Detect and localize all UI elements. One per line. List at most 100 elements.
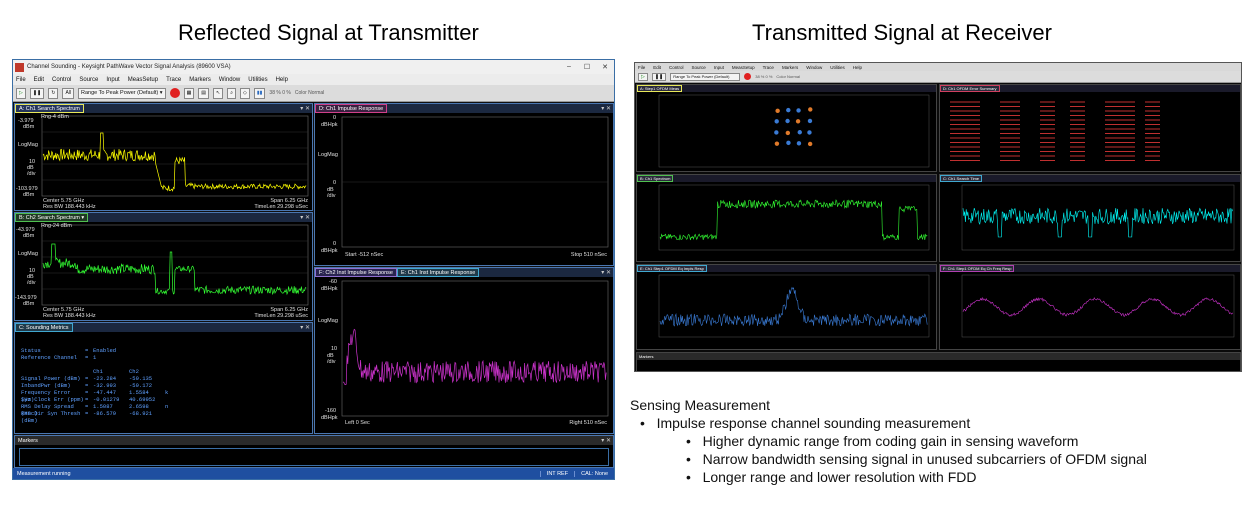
- marker-icon[interactable]: ◇: [240, 87, 250, 99]
- pane-ef-inst-impulse-response[interactable]: F: Ch2 Inst Impulse Response E: Ch1 Inst…: [314, 267, 614, 434]
- color-normal-label: Color Normal: [294, 90, 325, 96]
- autorange-all-label: All: [65, 90, 72, 96]
- tab-rx-pane-e[interactable]: E: Ch1 Step1 OFDM Eq Impls Resp: [637, 265, 707, 272]
- pane-close-icon[interactable]: ▾ ✕: [300, 214, 312, 221]
- impulse-trace-e: [341, 280, 609, 417]
- restart-icon[interactable]: ↻: [48, 87, 59, 99]
- green-trace: [42, 243, 307, 296]
- play-icon[interactable]: ▷: [638, 72, 648, 81]
- reference-value: 1: [93, 354, 97, 361]
- instrument-icon[interactable]: ▦: [183, 87, 195, 99]
- tab-rx-pane-b[interactable]: B: Ch1 Spectrum: [637, 175, 674, 182]
- rx-markers-pane[interactable]: Markers: [636, 352, 1241, 371]
- pane-b-ch2-search-spectrum[interactable]: B: Ch2 Search Spectrum ▾ ▾ ✕ Rng-24 dBm …: [14, 212, 313, 321]
- pane-a-ch1-search-spectrum[interactable]: A: Ch1 Search Spectrum ▾ ✕ Rng-4 dBm -3.…: [14, 103, 313, 211]
- rx-pane-a-ofdm-meas[interactable]: A: Step1 OFDM Meas: [636, 84, 937, 172]
- play-icon[interactable]: ▷: [16, 87, 26, 99]
- pane-d-unit: dBHpk: [321, 122, 338, 128]
- pane-a-timelen: TimeLen 29.298 uSec: [254, 204, 308, 210]
- pane-a-resbw: Res BW 188.443 kHz: [43, 204, 96, 210]
- menu-input[interactable]: Input: [714, 65, 724, 70]
- markers-tab[interactable]: Markers: [15, 438, 38, 444]
- status-int-ref[interactable]: INT REF: [539, 470, 574, 477]
- progress-readout: 38 % 0 %: [269, 90, 291, 96]
- col-ch2: Ch2: [129, 368, 139, 375]
- rx-pane-d-error-summary[interactable]: D: Ch1 OFDM Error Summary: [939, 84, 1241, 172]
- tab-pane-d[interactable]: D: Ch1 Impulse Response: [315, 104, 388, 113]
- rx-spectrum-trace: [658, 184, 930, 251]
- pane-b-scale: LogMag: [18, 251, 38, 257]
- menu-control[interactable]: Control: [52, 77, 71, 83]
- menu-help[interactable]: Help: [276, 77, 288, 83]
- tab-pane-c[interactable]: C: Sounding Metrics: [15, 323, 73, 332]
- menu-control[interactable]: Control: [669, 65, 684, 70]
- pane-close-icon[interactable]: ▾ ✕: [601, 437, 613, 444]
- pane-d-ch1-impulse-response[interactable]: D: Ch1 Impulse Response ▾ ✕ 0 dBHpk LogM…: [314, 103, 614, 266]
- constellation-point: [774, 119, 779, 124]
- zoom-icon[interactable]: ⌕: [227, 87, 237, 99]
- tab-rx-pane-a[interactable]: A: Step1 OFDM Meas: [637, 85, 683, 92]
- menu-markers[interactable]: Markers: [189, 77, 211, 83]
- cursor-icon[interactable]: ↖: [213, 87, 224, 99]
- rx-markers-tab[interactable]: Markers: [637, 354, 653, 359]
- menu-meassetup[interactable]: MeasSetup: [732, 65, 755, 70]
- pane-c-sounding-metrics[interactable]: C: Sounding Metrics ▾ ✕ Status = Enabled R…: [14, 322, 313, 434]
- tab-pane-e[interactable]: E: Ch1 Inst Impulse Response: [396, 268, 480, 277]
- menu-window[interactable]: Window: [806, 65, 822, 70]
- menu-trace[interactable]: Trace: [763, 65, 774, 70]
- close-button[interactable]: ✕: [596, 63, 614, 71]
- pane-close-icon[interactable]: ▾ ✕: [300, 105, 312, 112]
- menu-file[interactable]: File: [638, 65, 645, 70]
- pane-ef-top-value: -60: [329, 279, 337, 285]
- menu-help[interactable]: Help: [853, 65, 862, 70]
- rx-pane-e-impulse[interactable]: E: Ch1 Step1 OFDM Eq Impls Resp: [636, 264, 937, 350]
- tab-pane-f[interactable]: F: Ch2 Inst Impulse Response: [315, 268, 397, 277]
- range-dropdown[interactable]: Range To Peak Power (Default): [670, 72, 741, 81]
- constellation-point: [775, 108, 780, 114]
- menu-input[interactable]: Input: [106, 77, 119, 83]
- pause-icon[interactable]: ❚❚: [29, 87, 45, 99]
- minimize-button[interactable]: –: [560, 63, 578, 71]
- pane-close-icon[interactable]: ▾ ✕: [601, 269, 613, 276]
- menu-trace[interactable]: Trace: [166, 77, 181, 83]
- tab-rx-pane-d[interactable]: D: Ch1 OFDM Error Summary: [940, 85, 1000, 92]
- bars-icon[interactable]: ▮▮: [253, 87, 266, 99]
- maximize-button[interactable]: ☐: [578, 63, 596, 71]
- autorange-all-button[interactable]: All: [62, 87, 75, 99]
- menu-source[interactable]: Source: [692, 65, 706, 70]
- menu-source[interactable]: Source: [79, 77, 98, 83]
- menu-meassetup[interactable]: MeasSetup: [128, 77, 158, 83]
- menu-file[interactable]: File: [16, 77, 26, 83]
- pane-b-timelen: TimeLen 29.298 uSec: [254, 313, 308, 319]
- pane-close-icon[interactable]: ▾ ✕: [300, 324, 312, 331]
- menu-edit[interactable]: Edit: [653, 65, 661, 70]
- pause-icon[interactable]: ❚❚: [651, 72, 667, 81]
- layout-grid-icon[interactable]: ▤: [198, 87, 210, 99]
- rx-pane-c-search-time[interactable]: C: Ch1 Search Time: [939, 174, 1241, 262]
- markers-table[interactable]: [19, 448, 609, 466]
- menu-edit[interactable]: Edit: [34, 77, 44, 83]
- status-value: Enabled: [93, 347, 117, 354]
- pane-ef-scale: LogMag: [318, 318, 338, 324]
- record-icon[interactable]: [744, 73, 752, 80]
- pane-close-icon[interactable]: ▾ ✕: [601, 105, 613, 112]
- markers-pane[interactable]: Markers ▾ ✕: [14, 435, 614, 468]
- pane-ef-bottom-value: -160: [325, 408, 337, 414]
- menu-markers[interactable]: Markers: [782, 65, 798, 70]
- tab-rx-pane-c[interactable]: C: Ch1 Search Time: [940, 175, 983, 182]
- menu-utilities[interactable]: Utilities: [248, 77, 267, 83]
- status-cal[interactable]: CAL: None: [574, 470, 614, 477]
- spectrum-trace-b: [41, 224, 309, 306]
- vsa-window-transmitter: Channel Sounding - Keysight PathWave Vec…: [12, 59, 615, 480]
- rx-pane-f-freq-resp[interactable]: F: Ch1 Step1 OFDM Eq Ch Freq Resp: [939, 264, 1241, 350]
- menu-utilities[interactable]: Utilities: [830, 65, 845, 70]
- range-dropdown[interactable]: Range To Peak Power (Default) ▾: [78, 87, 166, 99]
- menu-window[interactable]: Window: [219, 77, 240, 83]
- progress-readout: 38 % 0 %: [755, 74, 773, 79]
- tab-pane-b[interactable]: B: Ch2 Search Spectrum ▾: [15, 213, 89, 222]
- rx-pane-b-spectrum[interactable]: B: Ch1 Spectrum: [636, 174, 937, 262]
- tab-rx-pane-f[interactable]: F: Ch1 Step1 OFDM Eq Ch Freq Resp: [940, 265, 1015, 272]
- record-icon[interactable]: [169, 88, 180, 98]
- constellation-point: [785, 118, 790, 124]
- tab-pane-a[interactable]: A: Ch1 Search Spectrum: [15, 104, 84, 113]
